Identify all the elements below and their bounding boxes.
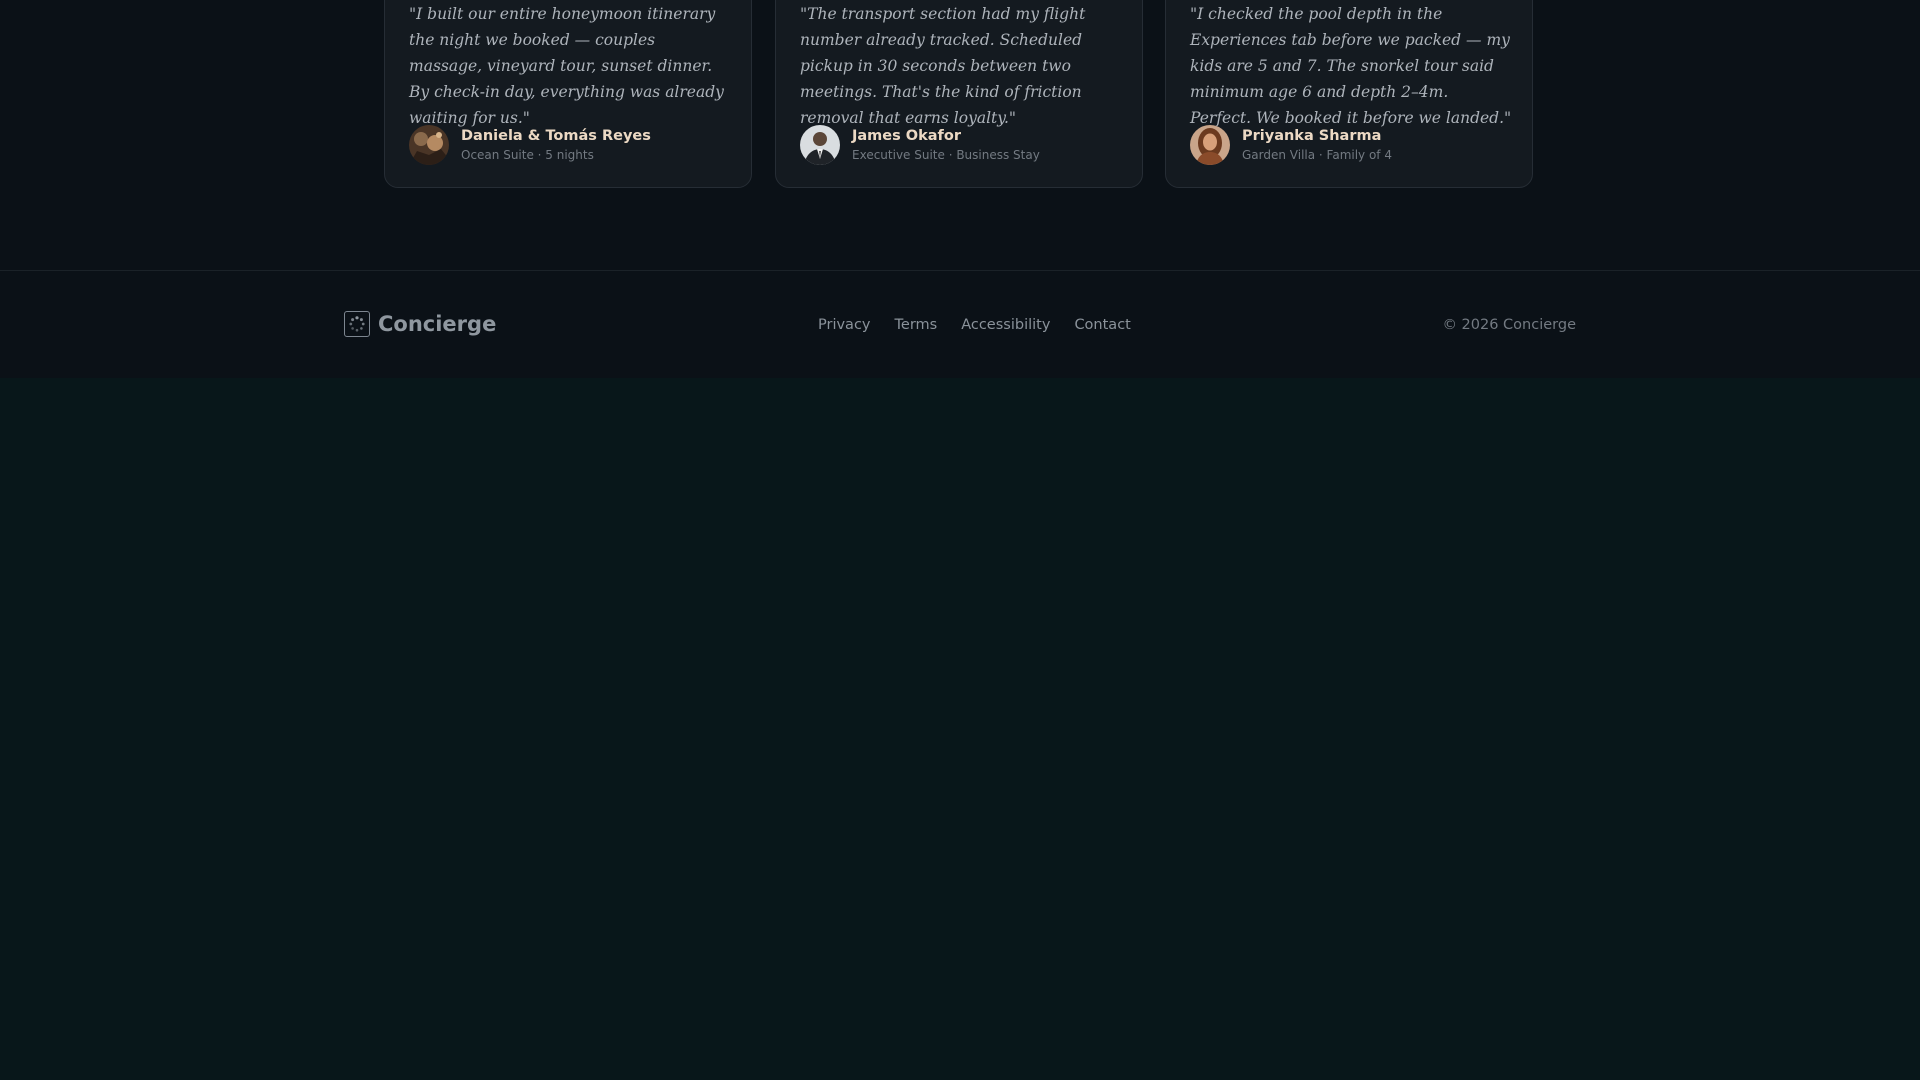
copyright: © 2026 Concierge bbox=[1442, 317, 1576, 333]
footer-link-privacy[interactable]: Privacy bbox=[818, 317, 871, 333]
author-name: James Okafor bbox=[852, 128, 961, 144]
testimonial-quote: "I built our entire honeymoon itinerary … bbox=[409, 5, 724, 127]
testimonial-quote: "The transport section had my flight num… bbox=[800, 5, 1086, 127]
testimonial-author: James Okafor Executive Suite · Business … bbox=[800, 125, 1040, 165]
author-meta: Garden Villa · Family of 4 bbox=[1242, 148, 1392, 162]
testimonial-author: Priyanka Sharma Garden Villa · Family of… bbox=[1190, 125, 1392, 165]
footer-nav: Privacy Terms Accessibility Contact bbox=[818, 317, 1155, 333]
testimonial-card: "I built our entire honeymoon itinerary … bbox=[384, 0, 752, 188]
testimonial-quote: "I checked the pool depth in the Experie… bbox=[1190, 5, 1512, 127]
avatar bbox=[1190, 125, 1230, 165]
loading-ring-icon bbox=[344, 311, 370, 337]
testimonial-author: Daniela & Tomás Reyes Ocean Suite · 5 ni… bbox=[409, 125, 651, 165]
footer-brand[interactable]: Concierge bbox=[344, 311, 496, 337]
testimonial-card: "I checked the pool depth in the Experie… bbox=[1165, 0, 1533, 188]
footer-link-contact[interactable]: Contact bbox=[1074, 317, 1130, 333]
author-name: Daniela & Tomás Reyes bbox=[461, 128, 651, 144]
avatar bbox=[409, 125, 449, 165]
site-footer: Concierge Privacy Terms Accessibility Co… bbox=[0, 270, 1920, 378]
author-meta: Ocean Suite · 5 nights bbox=[461, 148, 594, 162]
author-meta: Executive Suite · Business Stay bbox=[852, 148, 1040, 162]
brand-name: Concierge bbox=[378, 312, 497, 336]
page: "I built our entire honeymoon itinerary … bbox=[0, 0, 1920, 1080]
author-name: Priyanka Sharma bbox=[1242, 128, 1382, 144]
testimonial-card: "The transport section had my flight num… bbox=[775, 0, 1143, 188]
avatar bbox=[800, 125, 840, 165]
footer-link-accessibility[interactable]: Accessibility bbox=[961, 317, 1050, 333]
testimonials-section: "I built our entire honeymoon itinerary … bbox=[0, 0, 1920, 270]
footer-link-terms[interactable]: Terms bbox=[895, 317, 938, 333]
